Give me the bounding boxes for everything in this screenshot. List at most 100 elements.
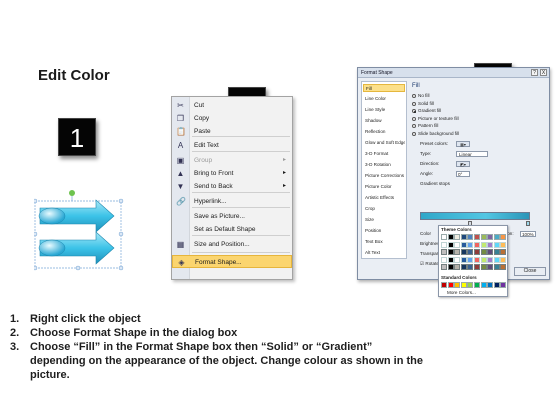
- menu-item-bring-to-front[interactable]: ▲ Bring to Front ▸: [172, 167, 292, 180]
- radio-gradient-fill[interactable]: Gradient fill: [412, 108, 492, 114]
- selected-arrow-shapes[interactable]: [32, 188, 134, 272]
- category-picture-corrections[interactable]: Picture Corrections: [363, 172, 405, 180]
- standard-color-swatch[interactable]: [480, 282, 487, 288]
- theme-color-swatch[interactable]: [493, 241, 500, 248]
- standard-color-swatch[interactable]: [467, 282, 474, 288]
- menu-item-format-shape[interactable]: ◈ Format Shape...: [172, 255, 292, 268]
- theme-color-swatch[interactable]: [467, 264, 474, 270]
- theme-color-swatch[interactable]: [474, 264, 480, 270]
- menu-item-edit-text[interactable]: A Edit Text: [172, 139, 292, 152]
- radio-pattern-fill[interactable]: Pattern fill: [412, 123, 492, 129]
- menu-item-save-as-picture[interactable]: Save as Picture...: [172, 210, 292, 223]
- help-button[interactable]: ?: [531, 69, 538, 76]
- more-colors-link[interactable]: More Colors...: [447, 290, 476, 296]
- category-position[interactable]: Position: [363, 227, 405, 235]
- theme-color-swatch[interactable]: [460, 234, 467, 240]
- theme-color-swatch[interactable]: [454, 256, 461, 263]
- theme-color-swatch[interactable]: [441, 234, 447, 240]
- theme-color-swatch[interactable]: [447, 241, 454, 248]
- close-x-button[interactable]: X: [540, 69, 547, 76]
- menu-item-cut[interactable]: ✂ Cut: [172, 99, 292, 112]
- arrow-shapes-graphic[interactable]: [32, 188, 134, 272]
- theme-color-swatch[interactable]: [493, 234, 500, 240]
- radio-picture-or-texture-fill[interactable]: Picture or texture fill: [412, 116, 492, 122]
- category-fill[interactable]: Fill: [363, 84, 405, 92]
- radio-no-fill[interactable]: No fill: [412, 93, 492, 99]
- theme-color-swatch[interactable]: [441, 264, 447, 270]
- standard-color-swatch[interactable]: [474, 282, 480, 288]
- theme-color-swatch[interactable]: [487, 241, 494, 248]
- radio-slide-background-fill[interactable]: Slide background fill: [412, 131, 492, 137]
- angle-input[interactable]: 0°: [456, 171, 470, 177]
- theme-color-swatch[interactable]: [493, 256, 500, 263]
- theme-color-swatch[interactable]: [467, 249, 474, 255]
- theme-color-swatch[interactable]: [480, 264, 487, 270]
- menu-item-set-as-default-shape[interactable]: Set as Default Shape: [172, 223, 292, 236]
- theme-color-swatch[interactable]: [447, 256, 454, 263]
- theme-color-swatch[interactable]: [474, 241, 480, 248]
- category-glow-and-soft-edges[interactable]: Glow and Soft Edges: [363, 139, 405, 147]
- theme-color-swatch[interactable]: [480, 256, 487, 263]
- theme-color-swatch[interactable]: [500, 264, 507, 270]
- direction-dropdown[interactable]: ◩▾: [456, 161, 470, 167]
- theme-color-swatch[interactable]: [454, 264, 461, 270]
- theme-color-swatch[interactable]: [441, 256, 447, 263]
- theme-color-swatch[interactable]: [480, 249, 487, 255]
- theme-color-swatch[interactable]: [460, 256, 467, 263]
- standard-color-swatch[interactable]: [493, 282, 500, 288]
- standard-color-swatch[interactable]: [441, 282, 447, 288]
- menu-item-group[interactable]: ▣ Group ▸: [172, 154, 292, 167]
- theme-color-swatch[interactable]: [454, 249, 461, 255]
- theme-color-swatch[interactable]: [493, 249, 500, 255]
- theme-color-swatch[interactable]: [460, 264, 467, 270]
- theme-color-swatch[interactable]: [487, 256, 494, 263]
- theme-color-swatch[interactable]: [441, 241, 447, 248]
- theme-color-swatch[interactable]: [474, 234, 480, 240]
- theme-color-swatch[interactable]: [460, 249, 467, 255]
- type-select[interactable]: Linear: [456, 151, 488, 157]
- theme-color-swatch[interactable]: [487, 234, 494, 240]
- standard-color-swatch[interactable]: [487, 282, 494, 288]
- category-size[interactable]: Size: [363, 216, 405, 224]
- category-artistic-effects[interactable]: Artistic Effects: [363, 194, 405, 202]
- category-reflection[interactable]: Reflection: [363, 128, 405, 136]
- theme-color-swatch[interactable]: [493, 264, 500, 270]
- gradient-stops-bar[interactable]: [420, 212, 530, 220]
- theme-color-swatch[interactable]: [487, 264, 494, 270]
- theme-color-swatch[interactable]: [500, 256, 507, 263]
- theme-color-swatch[interactable]: [447, 249, 454, 255]
- theme-color-swatch[interactable]: [500, 234, 507, 240]
- theme-color-swatch[interactable]: [467, 256, 474, 263]
- standard-color-swatch[interactable]: [454, 282, 461, 288]
- theme-color-swatch[interactable]: [447, 264, 454, 270]
- theme-color-swatch[interactable]: [454, 241, 461, 248]
- standard-color-swatch[interactable]: [447, 282, 454, 288]
- menu-item-copy[interactable]: ❐ Copy: [172, 112, 292, 125]
- category-line-color[interactable]: Line Color: [363, 95, 405, 103]
- radio-solid-fill[interactable]: Solid fill: [412, 101, 492, 107]
- menu-item-size-and-position[interactable]: ▦ Size and Position...: [172, 238, 292, 251]
- menu-item-paste[interactable]: 📋 Paste: [172, 125, 292, 138]
- menu-item-send-to-back[interactable]: ▼ Send to Back ▸: [172, 180, 292, 193]
- rotation-handle[interactable]: [69, 190, 75, 196]
- theme-color-swatch[interactable]: [500, 241, 507, 248]
- category-3-d-rotation[interactable]: 3-D Rotation: [363, 161, 405, 169]
- theme-color-swatch[interactable]: [480, 241, 487, 248]
- standard-color-swatch[interactable]: [500, 282, 507, 288]
- category-shadow[interactable]: Shadow: [363, 117, 405, 125]
- theme-color-swatch[interactable]: [447, 234, 454, 240]
- theme-color-swatch[interactable]: [460, 241, 467, 248]
- preset-colors-dropdown[interactable]: ▦▾: [456, 141, 470, 147]
- theme-color-swatch[interactable]: [487, 249, 494, 255]
- gradient-stop-handle-selected[interactable]: [526, 221, 530, 226]
- theme-color-swatch[interactable]: [500, 249, 507, 255]
- category-alt-text[interactable]: Alt Text: [363, 249, 405, 257]
- position-input[interactable]: 100%: [520, 231, 536, 237]
- theme-color-swatch[interactable]: [467, 241, 474, 248]
- theme-color-swatch[interactable]: [474, 249, 480, 255]
- category-picture-color[interactable]: Picture Color: [363, 183, 405, 191]
- category-crop[interactable]: Crop: [363, 205, 405, 213]
- close-button[interactable]: Close: [514, 267, 546, 276]
- category-3-d-format[interactable]: 3-D Format: [363, 150, 405, 158]
- theme-color-swatch[interactable]: [480, 234, 487, 240]
